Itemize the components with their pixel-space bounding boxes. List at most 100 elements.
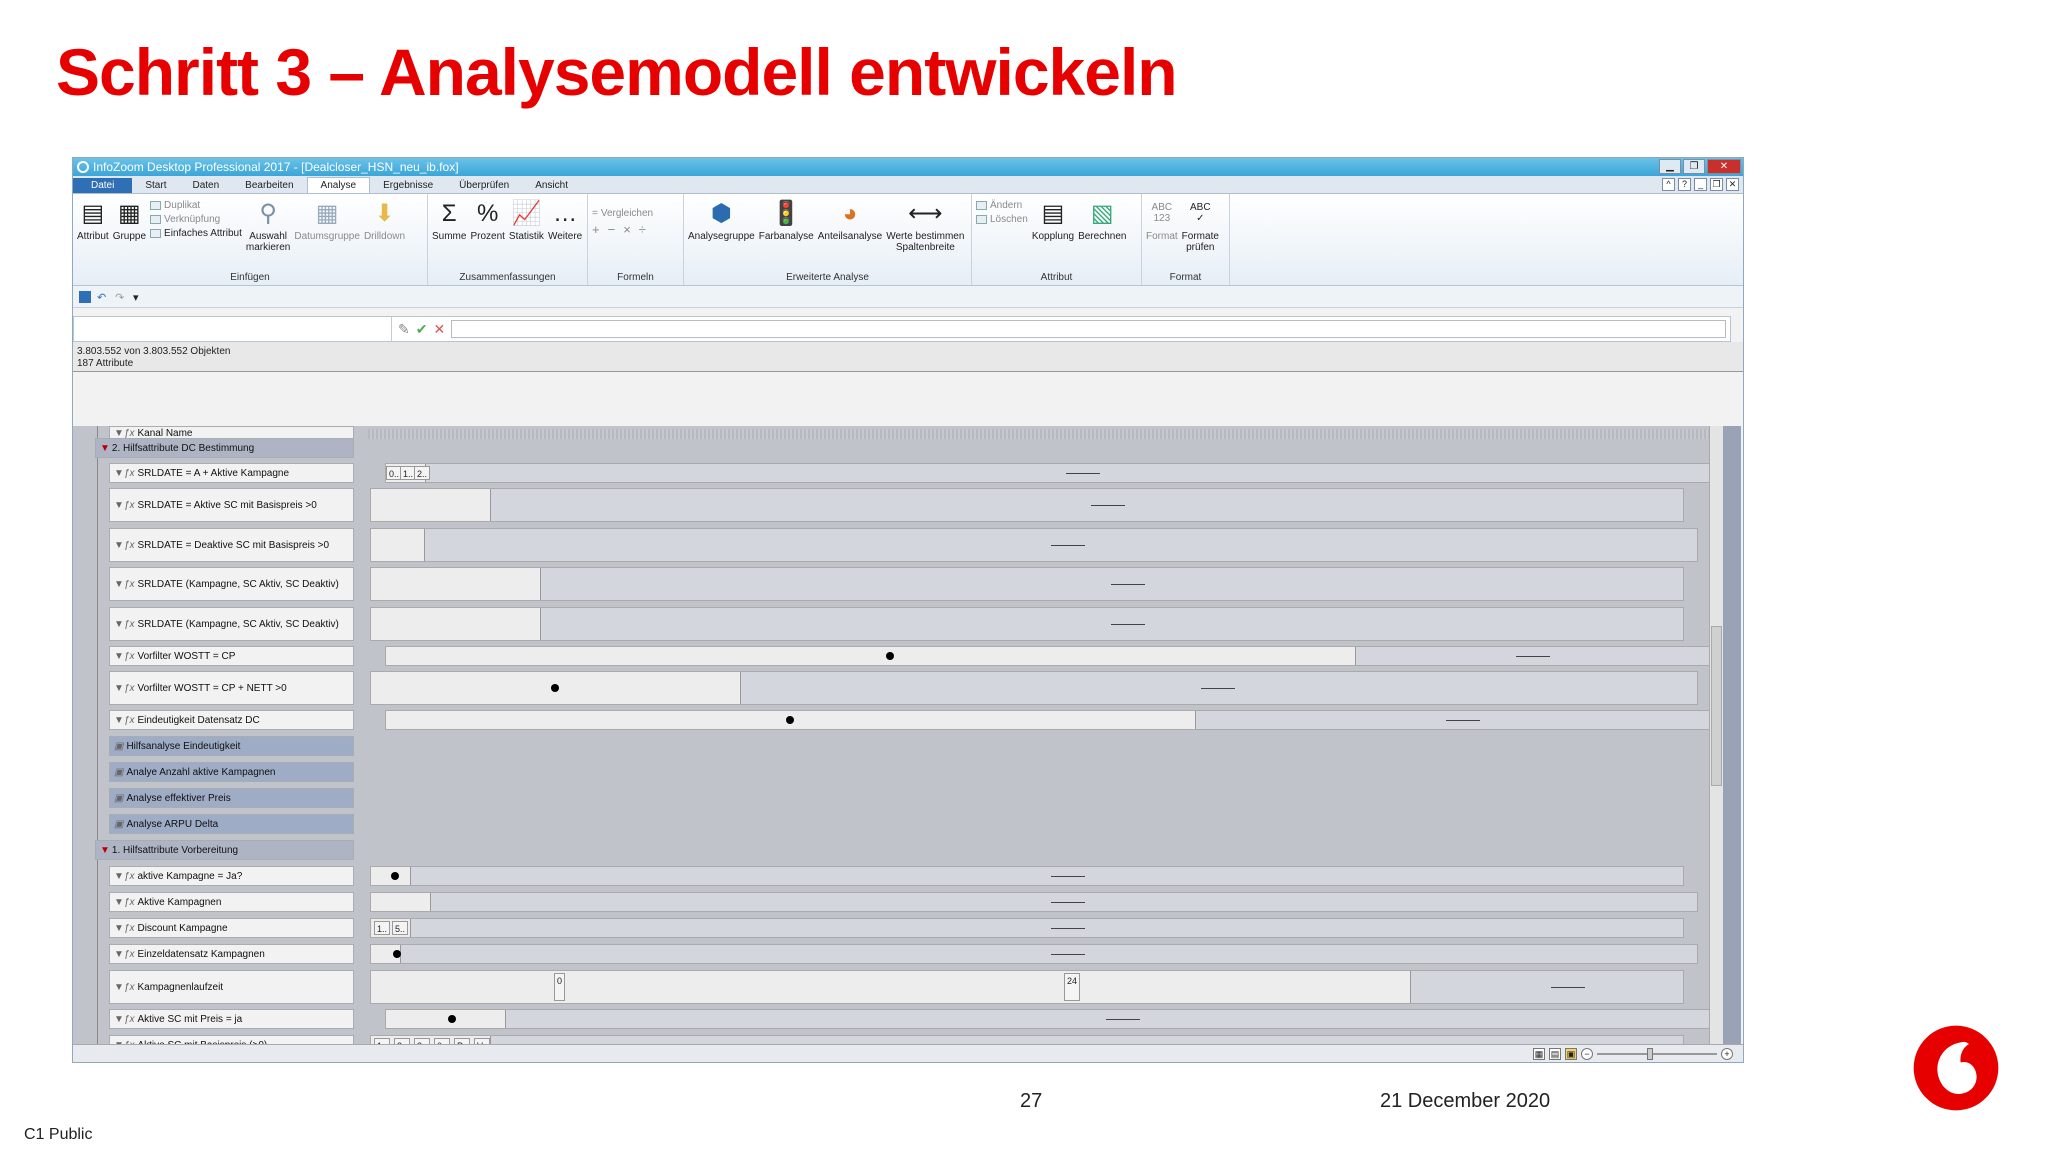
attribute-row-label[interactable]: ▼ƒx Kampagnenlaufzeit <box>109 970 354 1004</box>
attribute-group-header[interactable]: ▼ 2. Hilfsattribute DC Bestimmung <box>95 438 354 458</box>
analysis-group-item[interactable]: ▣ Analye Anzahl aktive Kampagnen <box>109 762 354 782</box>
formula-input[interactable] <box>451 320 1726 338</box>
attribut-button[interactable]: ▤ Attribut <box>77 198 109 269</box>
value-cell[interactable]: 24 <box>1064 973 1081 1001</box>
gruppe-button[interactable]: ▦ Gruppe <box>113 198 146 269</box>
datumsgruppe-button[interactable]: ▦ Datumsgruppe <box>294 198 360 269</box>
anteilsanalyse-button[interactable]: ◕ Anteilsanalyse <box>818 198 882 269</box>
analysegruppe-button[interactable]: ⬢ Analysegruppe <box>688 198 755 269</box>
restore-icon[interactable]: ❐ <box>1683 159 1705 174</box>
analysis-group-item[interactable]: ▣ Analyse ARPU Delta <box>109 814 354 834</box>
zoom-in-icon[interactable]: + <box>1721 1048 1733 1060</box>
minimize-icon[interactable]: ▁ <box>1659 159 1681 174</box>
cancel-icon[interactable]: ✕ <box>433 321 445 338</box>
prozent-button[interactable]: % Prozent <box>470 198 504 269</box>
kopplung-button[interactable]: ▤ Kopplung <box>1032 198 1074 269</box>
attribute-row-label[interactable]: ▼ƒx Vorfilter WOSTT = CP + NETT >0 <box>109 671 354 705</box>
value-bar[interactable]: 1.. 5.. <box>370 918 1684 938</box>
attribute-row-label[interactable]: ▼ƒx Vorfilter WOSTT = CP <box>109 646 354 666</box>
value-bar[interactable] <box>370 567 1684 601</box>
tab-analyse[interactable]: Analyse <box>306 177 371 193</box>
value-bar[interactable] <box>385 646 1713 666</box>
werte-bestimmen-button[interactable]: ⟷ Werte bestimmen Spaltenbreite <box>886 198 964 269</box>
scroll-thumb[interactable] <box>1711 626 1722 786</box>
multiply-icon[interactable]: × <box>623 222 631 237</box>
value-bar[interactable] <box>370 892 1698 912</box>
duplikat-button[interactable]: Duplikat <box>150 200 242 211</box>
value-bar[interactable] <box>370 866 1684 886</box>
drilldown-button[interactable]: ⬇ Drilldown <box>364 198 405 269</box>
attribute-row-label[interactable]: ▼ƒx SRLDATE (Kampagne, SC Aktiv, SC Deakt… <box>109 567 354 601</box>
attribute-row-label[interactable]: ▼ƒx Discount Kampagne <box>109 918 354 938</box>
vertical-scrollbar[interactable] <box>1709 426 1723 1046</box>
value-bar[interactable] <box>370 944 1698 964</box>
undo-icon[interactable]: ↶ <box>97 291 109 304</box>
tab-ergebnisse[interactable]: Ergebnisse <box>370 178 446 193</box>
close-icon[interactable]: ✕ <box>1707 159 1741 174</box>
analysis-group-item[interactable]: ▣ Hilfsanalyse Eindeutigkeit <box>109 736 354 756</box>
value-bar[interactable] <box>370 528 1698 562</box>
attribute-group-header[interactable]: ▼ 1. Hilfsattribute Vorbereitung <box>95 840 354 860</box>
collapse-ribbon-icon[interactable]: ^ <box>1662 178 1675 191</box>
divide-icon[interactable]: ÷ <box>639 222 646 237</box>
formate-pruefen-button[interactable]: ABC ✓ Formate prüfen <box>1182 198 1219 269</box>
plus-icon[interactable]: + <box>592 222 600 237</box>
value-bar[interactable] <box>370 488 1684 522</box>
check-icon[interactable]: ✔ <box>416 321 428 338</box>
tab-ueberpruefen[interactable]: Überprüfen <box>446 178 522 193</box>
zoom-slider[interactable] <box>1597 1048 1717 1060</box>
tab-daten[interactable]: Daten <box>179 178 232 193</box>
delete-icon <box>976 215 987 224</box>
doc-minimize-icon[interactable]: _ <box>1694 178 1707 191</box>
auswahl-markieren-button[interactable]: ⚲ Auswahl markieren <box>246 198 290 269</box>
customize-qat-icon[interactable]: ▾ <box>133 291 145 304</box>
value-cell[interactable]: 1.. <box>374 921 391 935</box>
vergleichen-button[interactable]: = Vergleichen <box>592 208 653 219</box>
tab-bearbeiten[interactable]: Bearbeiten <box>232 178 306 193</box>
value-bar[interactable]: 0.. 1.. 2.. <box>385 463 1713 483</box>
save-icon[interactable] <box>79 290 91 303</box>
attribute-row-label[interactable]: ▼ƒx SRLDATE = A + Aktive Kampagne <box>109 463 354 483</box>
loeschen-button[interactable]: Löschen <box>976 214 1028 225</box>
value-bar[interactable]: 0 24 <box>370 970 1684 1004</box>
redo-icon[interactable]: ↷ <box>115 291 127 304</box>
tab-ansicht[interactable]: Ansicht <box>522 178 581 193</box>
value-cell[interactable]: 2.. <box>414 466 431 480</box>
value-cell[interactable]: 5.. <box>392 921 409 935</box>
minus-icon[interactable]: − <box>608 222 616 237</box>
value-bar[interactable] <box>370 671 1698 705</box>
verknuepfung-button[interactable]: Verknüpfung <box>150 214 242 225</box>
zoom-out-icon[interactable]: − <box>1581 1048 1593 1060</box>
summe-button[interactable]: Σ Summe <box>432 198 466 269</box>
attribute-row-label[interactable]: ▼ƒx Aktive Kampagnen <box>109 892 354 912</box>
value-bar[interactable] <box>370 607 1684 641</box>
attribute-row-label[interactable]: ▼ƒx SRLDATE = Deaktive SC mit Basispreis … <box>109 528 354 562</box>
attribute-row-label[interactable]: ▼ƒx SRLDATE = Aktive SC mit Basispreis >0 <box>109 488 354 522</box>
tab-start[interactable]: Start <box>132 178 179 193</box>
farbanalyse-button[interactable]: 🚦 Farbanalyse <box>759 198 814 269</box>
attribute-row-label[interactable]: ▼ƒx aktive Kampagne = Ja? <box>109 866 354 886</box>
view-compressed-icon[interactable]: ▤ <box>1549 1048 1561 1060</box>
berechnen-button[interactable]: ▧ Berechnen <box>1078 198 1126 269</box>
attribute-row-label[interactable]: ▼ƒx Eindeutigkeit Datensatz DC <box>109 710 354 730</box>
tab-datei[interactable]: Datei <box>73 178 133 193</box>
pencil-icon[interactable]: ✎ <box>398 321 410 338</box>
aendern-button[interactable]: Ändern <box>976 200 1028 211</box>
statistik-button[interactable]: 📈 Statistik <box>509 198 544 269</box>
attribute-row-label[interactable]: ▼ƒx Einzeldatensatz Kampagnen <box>109 944 354 964</box>
analysis-group-item[interactable]: ▣ Analyse effektiver Preis <box>109 788 354 808</box>
attribute-row-label[interactable]: ▼ƒx SRLDATE (Kampagne, SC Aktiv, SC Deakt… <box>109 607 354 641</box>
view-overview-icon[interactable]: ▣ <box>1565 1048 1577 1060</box>
help-icon[interactable]: ? <box>1678 178 1691 191</box>
formula-name-box[interactable] <box>74 317 392 341</box>
view-table-icon[interactable]: ▦ <box>1533 1048 1545 1060</box>
attribute-row-label[interactable]: ▼ƒx Aktive SC mit Preis = ja <box>109 1009 354 1029</box>
doc-close-icon[interactable]: ✕ <box>1726 178 1739 191</box>
value-cell[interactable]: 0 <box>554 973 566 1001</box>
format-button[interactable]: ABC 123 Format <box>1146 198 1178 269</box>
doc-restore-icon[interactable]: ❐ <box>1710 178 1723 191</box>
value-bar[interactable] <box>385 710 1713 730</box>
value-bar[interactable] <box>385 1009 1713 1029</box>
einfaches-attribut-button[interactable]: Einfaches Attribut <box>150 228 242 239</box>
weitere-button[interactable]: … Weitere <box>548 198 582 269</box>
